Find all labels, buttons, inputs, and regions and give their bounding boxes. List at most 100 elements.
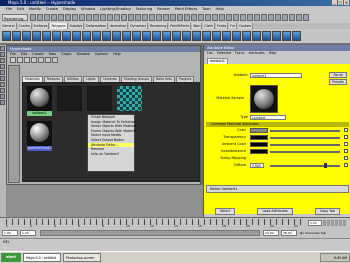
shelf-button-icon[interactable] [182,31,191,41]
shelf-button-icon[interactable] [162,31,171,41]
menu-item[interactable]: Edit [17,6,24,13]
shelf-button-icon[interactable] [202,31,211,41]
color-slider[interactable] [270,130,340,132]
status-tool-icon[interactable] [128,14,134,21]
menu-item[interactable]: Lighting/Shading [100,6,130,13]
ae-menu-item[interactable]: Selected [217,51,231,56]
status-tool-icon[interactable] [100,14,106,21]
select-button[interactable]: Select [215,208,236,215]
start-button[interactable]: start [1,253,21,262]
shelf-button-icon[interactable] [172,31,181,41]
layout-single-icon[interactable] [0,88,5,93]
layout-two-icon[interactable] [0,100,5,105]
status-tool-icon[interactable] [233,14,239,21]
incandescence-swatch[interactable] [250,149,268,154]
close-icon[interactable]: × [344,0,349,5]
transparency-swatch[interactable] [250,135,268,140]
step-back-icon[interactable] [327,220,330,226]
status-tool-icon[interactable] [226,14,232,21]
status-tool-icon[interactable] [58,14,64,21]
presets-button[interactable]: Presets [329,79,347,85]
clear-graph-icon[interactable] [38,57,44,63]
hs-menu-item[interactable]: Graph [61,52,71,57]
scale-tool-icon[interactable] [0,70,5,75]
go-to-end-icon[interactable] [343,220,346,226]
menu-item[interactable]: Help [216,6,224,13]
shelf-button-icon[interactable] [102,31,111,41]
menu-item[interactable]: File [6,6,12,13]
copy-tab-button[interactable]: Copy Tab [314,208,340,215]
go-to-start-icon[interactable] [323,220,326,226]
status-tool-icon[interactable] [114,14,120,21]
shelf-button-icon[interactable] [152,31,161,41]
map-button-icon[interactable] [344,156,348,160]
graph-output-icon[interactable] [52,57,58,63]
shelf-button-icon[interactable] [232,31,241,41]
command-line[interactable]: MEL [0,238,350,245]
incandescence-slider[interactable] [270,151,340,153]
status-tool-icon[interactable] [177,14,183,21]
playback-end-field[interactable]: 24.00 [263,230,279,236]
section-common-material-attributes[interactable]: Common Material Attributes [206,122,349,127]
status-tool-icon[interactable] [296,14,302,21]
status-tool-icon[interactable] [107,14,113,21]
status-tool-icon[interactable] [72,14,78,21]
play-forward-icon[interactable] [335,220,338,226]
menu-item[interactable]: Paint Effects [175,6,197,13]
menu-item[interactable]: Window [81,6,95,13]
status-tool-icon[interactable] [149,14,155,21]
character-set-menu[interactable]: No Character Set [300,230,326,236]
taskbar-item-maya[interactable]: Maya 5.0 : untitled [23,253,61,262]
show-top-tabs-icon[interactable] [17,57,23,63]
transparency-slider[interactable] [270,137,340,139]
shelf-button-icon[interactable] [262,31,271,41]
hs-menu-item[interactable]: Help [113,52,121,57]
status-tool-icon[interactable] [30,14,36,21]
shelf-button-icon[interactable] [222,31,231,41]
focus-button[interactable]: Focus [329,72,347,78]
menu-item[interactable]: Toon [202,6,210,13]
last-tool-icon[interactable] [0,82,5,87]
select-tool-icon[interactable] [0,46,5,51]
swatch-checker-texture[interactable] [117,86,142,111]
shelf-button-icon[interactable] [62,31,71,41]
range-start-field[interactable]: 1.00 [2,230,18,236]
status-tool-icon[interactable] [86,14,92,21]
status-tool-icon[interactable] [93,14,99,21]
map-button-icon[interactable] [344,135,348,139]
shelf-button-icon[interactable] [142,31,151,41]
swatch-particlecloud1[interactable] [27,121,52,146]
taskbar-item-photoshop[interactable]: Photoshop screen [63,253,101,262]
shelf-button-icon[interactable] [122,31,131,41]
shelf-button-icon[interactable] [32,31,41,41]
status-tool-icon[interactable] [289,14,295,21]
shelf-button-icon[interactable] [42,31,51,41]
status-tool-icon[interactable] [44,14,50,21]
type-dropdown[interactable]: Lambert [250,115,286,120]
range-slider-bar[interactable] [40,230,260,236]
map-button-icon[interactable] [344,128,348,132]
shelf-button-icon[interactable] [52,31,61,41]
viewport-panel[interactable] [6,185,203,217]
hs-menu-item[interactable]: Options [95,52,108,57]
load-attributes-button[interactable]: Load Attributes [257,208,293,215]
status-tool-icon[interactable] [303,14,309,21]
layout-four-icon[interactable] [0,94,5,99]
shelf-button-icon[interactable] [292,31,301,41]
graph-input-icon[interactable] [45,57,51,63]
status-tool-icon[interactable] [240,14,246,21]
status-tool-icon[interactable] [191,14,197,21]
ae-menu-item[interactable]: Attributes [248,51,264,56]
hs-menu-item[interactable]: Window [76,52,89,57]
shelf-button-icon[interactable] [132,31,141,41]
step-forward-icon[interactable] [339,220,342,226]
create-bar[interactable] [8,65,20,183]
current-frame-field[interactable]: 1.00 [308,220,322,226]
status-tool-icon[interactable] [247,14,253,21]
shelf-button-icon[interactable] [272,31,281,41]
menu-item[interactable]: Display [63,6,76,13]
ambient-color-swatch[interactable] [250,142,268,147]
diffuse-slider-handle[interactable] [324,163,327,168]
status-tool-icon[interactable] [51,14,57,21]
status-tool-icon[interactable] [170,14,176,21]
